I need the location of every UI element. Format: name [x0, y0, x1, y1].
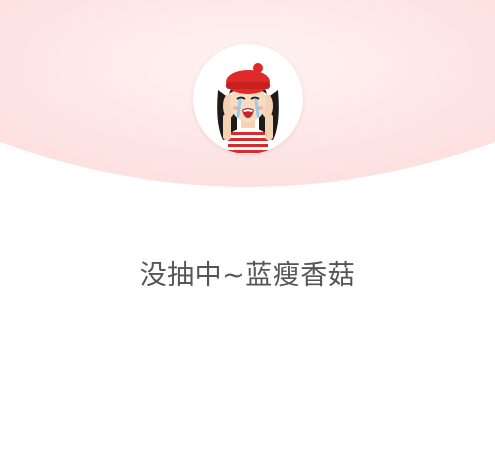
lottery-result-dialog: 没抽中~蓝瘦香菇	[0, 0, 495, 460]
result-message: 没抽中~蓝瘦香菇	[139, 260, 356, 291]
avatar	[193, 44, 303, 154]
crying-girl-icon	[217, 63, 279, 154]
